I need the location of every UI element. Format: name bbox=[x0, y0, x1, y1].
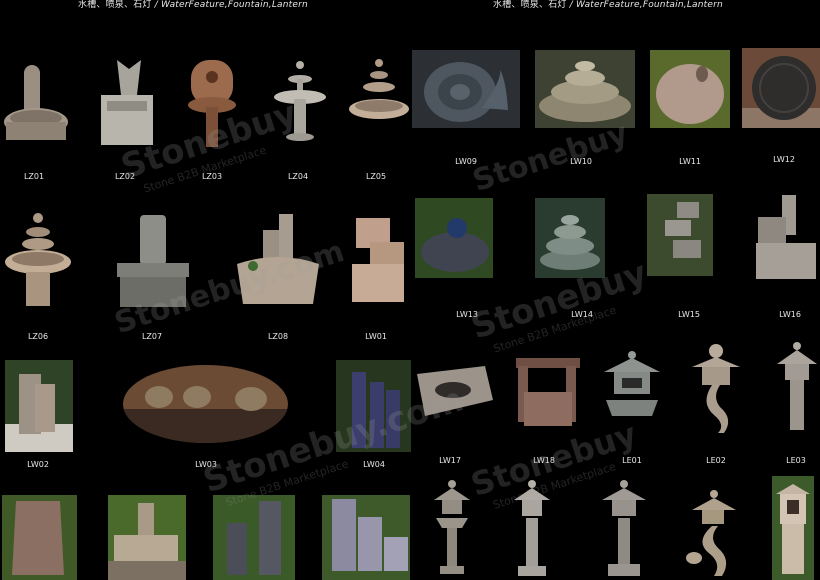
product-lw02[interactable]: LW02 bbox=[5, 360, 75, 475]
product-code: LE03 bbox=[786, 456, 806, 465]
product-code: LW10 bbox=[570, 157, 592, 166]
monolith-fountain-image bbox=[2, 495, 77, 580]
stone-fountain-image bbox=[417, 366, 493, 416]
product-row4-1[interactable] bbox=[2, 495, 77, 580]
product-lz05[interactable]: LZ05 bbox=[348, 55, 410, 190]
product-code: LW09 bbox=[455, 157, 477, 166]
stone-fountain-image bbox=[237, 214, 319, 304]
product-code: LZ07 bbox=[141, 332, 163, 341]
product-lz03[interactable]: LZ03 bbox=[185, 55, 240, 190]
stone-lantern-image bbox=[514, 480, 550, 576]
boulder-fountain-image bbox=[650, 50, 730, 128]
product-row4-6[interactable] bbox=[512, 478, 552, 580]
product-lw11[interactable]: LW11 bbox=[650, 50, 730, 170]
tiered-fountain-image bbox=[535, 50, 635, 128]
product-code: LZ01 bbox=[23, 172, 45, 181]
product-row4-2[interactable] bbox=[108, 495, 186, 580]
product-lw09[interactable]: LW09 bbox=[412, 50, 520, 170]
stone-fountain-image bbox=[5, 213, 71, 306]
product-lw03[interactable]: LW03 bbox=[123, 365, 288, 475]
header-english-text: / WaterFeature,Fountain,Lantern bbox=[154, 0, 308, 10]
product-row4-3[interactable] bbox=[213, 495, 295, 580]
product-code: LW16 bbox=[779, 310, 801, 319]
product-code: LZ06 bbox=[27, 332, 49, 341]
product-lw01[interactable]: LW01 bbox=[348, 212, 408, 345]
stone-lantern-image bbox=[604, 351, 660, 416]
header-english-text: / WaterFeature,Fountain,Lantern bbox=[569, 0, 723, 10]
product-lz06[interactable]: LZ06 bbox=[3, 210, 73, 345]
product-lw10[interactable]: LW10 bbox=[535, 50, 635, 170]
product-code: LE01 bbox=[622, 456, 642, 465]
product-lz08[interactable]: LZ08 bbox=[233, 212, 323, 345]
stone-fountain-image bbox=[349, 59, 409, 119]
tiered-stone-fountain-image bbox=[535, 198, 605, 278]
product-lw18[interactable]: LW18 bbox=[512, 352, 584, 470]
product-code: LZ03 bbox=[201, 172, 223, 181]
product-lz04[interactable]: LZ04 bbox=[270, 55, 330, 190]
product-row4-5[interactable] bbox=[432, 478, 472, 580]
orb-fountain-image bbox=[415, 198, 493, 278]
catalog-header-left: 水槽、喷泉、石灯 / WaterFeature,Fountain,Lantern bbox=[78, 0, 308, 10]
product-lw16[interactable]: LW16 bbox=[752, 193, 820, 323]
product-row4-8[interactable] bbox=[684, 488, 736, 580]
cascade-fountain-image bbox=[647, 194, 713, 276]
product-code: LW18 bbox=[533, 456, 555, 465]
product-lz02[interactable]: LZ02 bbox=[95, 55, 160, 190]
product-code: LW14 bbox=[571, 310, 593, 319]
product-le03[interactable]: LE03 bbox=[775, 340, 820, 470]
stone-fountain-image bbox=[4, 65, 68, 140]
product-lz07[interactable]: LZ07 bbox=[112, 213, 192, 345]
stone-fountain-image bbox=[117, 215, 189, 307]
stone-lantern-image bbox=[692, 344, 740, 433]
catalog-header-right: 水槽、喷泉、石灯 / WaterFeature,Fountain,Lantern bbox=[493, 0, 723, 10]
product-code: LE02 bbox=[706, 456, 726, 465]
product-lw17[interactable]: LW17 bbox=[415, 360, 495, 470]
stone-fountain-image bbox=[516, 358, 580, 426]
stone-lantern-image bbox=[602, 480, 646, 576]
product-le02[interactable]: LE02 bbox=[690, 343, 742, 470]
frog-fountain-image bbox=[123, 365, 288, 443]
product-code: LW12 bbox=[773, 155, 795, 164]
sphere-fountain-image bbox=[742, 48, 820, 128]
header-chinese-text: 水槽、喷泉、石灯 bbox=[493, 0, 567, 10]
product-code: LW15 bbox=[678, 310, 700, 319]
product-code: LW04 bbox=[363, 460, 385, 469]
stone-lantern-image bbox=[777, 342, 817, 430]
stone-lantern-image bbox=[686, 490, 736, 576]
product-lw14[interactable]: LW14 bbox=[535, 198, 607, 323]
twin-column-fountain-image bbox=[213, 495, 295, 580]
stone-fountain-image bbox=[101, 60, 153, 145]
stone-fountain-image bbox=[188, 60, 236, 147]
product-lw13[interactable]: LW13 bbox=[415, 198, 495, 323]
lantern-photo-image bbox=[772, 476, 814, 580]
column-fountain-image bbox=[336, 360, 411, 452]
header-chinese-text: 水槽、喷泉、石灯 bbox=[78, 0, 152, 10]
product-lw04[interactable]: LW04 bbox=[336, 360, 411, 475]
product-row4-7[interactable] bbox=[600, 478, 648, 580]
product-code: LZ04 bbox=[287, 172, 309, 181]
product-code: LW11 bbox=[679, 157, 701, 166]
product-code: LZ05 bbox=[365, 172, 387, 181]
stone-lantern-image bbox=[434, 480, 470, 574]
product-row4-4[interactable] bbox=[322, 495, 410, 580]
snail-fountain-image bbox=[412, 50, 520, 128]
stone-fountain-image bbox=[756, 195, 816, 279]
product-code: LW03 bbox=[195, 460, 217, 469]
product-le01[interactable]: LE01 bbox=[600, 350, 664, 470]
product-code: LZ02 bbox=[114, 172, 136, 181]
product-row4-9[interactable] bbox=[772, 476, 814, 580]
product-code: LW13 bbox=[456, 310, 478, 319]
trough-fountain-image bbox=[108, 495, 186, 580]
stone-fountain-image bbox=[274, 61, 326, 141]
product-code: LZ08 bbox=[267, 332, 289, 341]
product-code: LW17 bbox=[439, 456, 461, 465]
triple-block-fountain-image bbox=[322, 495, 410, 580]
product-lz01[interactable]: LZ01 bbox=[0, 60, 75, 190]
product-lw12[interactable]: LW12 bbox=[742, 48, 820, 170]
product-lw15[interactable]: LW15 bbox=[647, 194, 715, 323]
product-code: LW01 bbox=[365, 332, 387, 341]
pillar-fountain-image bbox=[5, 360, 73, 452]
product-code: LW02 bbox=[27, 460, 49, 469]
stone-fountain-image bbox=[352, 218, 404, 302]
